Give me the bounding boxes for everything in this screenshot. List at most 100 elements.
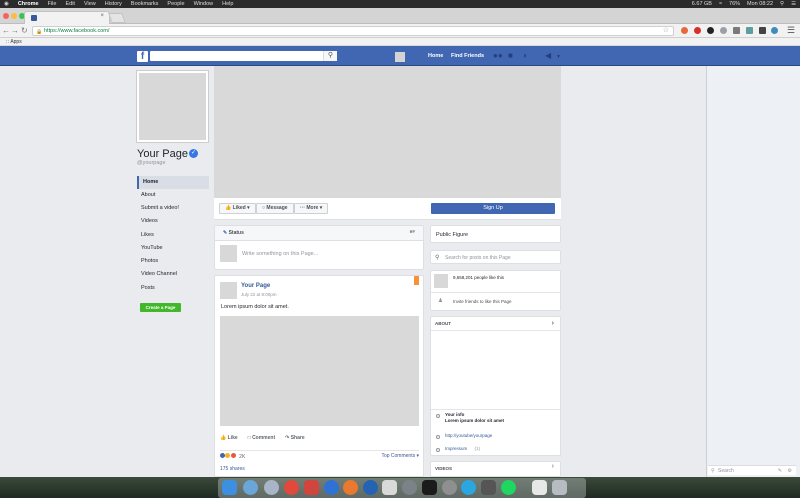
extension-square-icon[interactable] (759, 27, 766, 34)
menu-bookmarks[interactable]: Bookmarks (131, 1, 159, 7)
create-page-button[interactable]: Create a Page (140, 303, 181, 312)
photos-app-icon[interactable] (304, 480, 319, 495)
about-impressum-link[interactable]: Impressum (1) (445, 446, 480, 451)
menu-edit[interactable]: Edit (65, 1, 74, 7)
notifications-icon[interactable]: ◑ (522, 51, 527, 60)
search-icon[interactable]: ⚲ (780, 1, 784, 7)
firefox-icon[interactable] (343, 480, 358, 495)
gear-icon[interactable]: ⚙ (788, 466, 792, 476)
page-profile-picture[interactable] (137, 71, 208, 142)
extension-shield-icon[interactable] (733, 27, 740, 34)
page-nav-likes[interactable]: Likes (137, 229, 209, 242)
extension-gray-icon[interactable] (720, 27, 727, 34)
about-website-link[interactable]: http://youtube/yourpage (445, 433, 492, 438)
sign-up-button[interactable]: Sign Up (431, 203, 555, 214)
notes-icon[interactable] (382, 480, 397, 495)
about-header[interactable]: ABOUT › (431, 317, 560, 331)
invite-friends-link[interactable]: Invite friends to like this Page (453, 299, 512, 304)
menu-file[interactable]: File (48, 1, 57, 7)
menu-help[interactable]: Help (222, 1, 233, 7)
cover-photo[interactable] (214, 66, 561, 198)
app-gray-icon[interactable] (442, 480, 457, 495)
about-map[interactable] (431, 331, 560, 410)
document-icon[interactable] (532, 480, 547, 495)
page-category[interactable]: Public Figure (430, 225, 561, 243)
extension-globe-icon[interactable] (771, 27, 778, 34)
page-nav-videos[interactable]: Videos (137, 215, 209, 228)
composer-input[interactable]: Write something on this Page... (242, 251, 318, 257)
app-blue-icon[interactable] (363, 480, 378, 495)
quick-help-icon[interactable]: ◀ (545, 51, 551, 60)
reload-icon[interactable]: ↻ (21, 26, 28, 35)
extension-red-icon[interactable] (694, 27, 701, 34)
comment-button[interactable]: □ Comment (248, 435, 275, 441)
url-text[interactable]: https://www.facebook.com/ (44, 28, 109, 34)
page-post-search-input[interactable]: ⚲ Search for posts on this Page (430, 250, 561, 264)
user-avatar[interactable] (395, 52, 405, 62)
messages-icon[interactable]: ■ (508, 51, 513, 60)
post-image[interactable] (220, 316, 419, 426)
menu-history[interactable]: History (105, 1, 122, 7)
wifi-icon[interactable]: ≈ (719, 1, 722, 7)
finder-icon[interactable] (222, 480, 237, 495)
post-date[interactable]: July 22 at 8:00pm · (241, 292, 279, 297)
minimize-window-icon[interactable] (11, 13, 17, 19)
reaction-count[interactable]: 2K (239, 454, 245, 460)
skype-icon[interactable] (461, 480, 476, 495)
page-nav-home[interactable]: Home (137, 176, 209, 189)
chevron-right-icon[interactable]: › (552, 317, 554, 331)
browser-tab[interactable]: × (24, 11, 110, 24)
post-author[interactable]: Your Page (241, 283, 270, 289)
share-count[interactable]: 175 shares (220, 466, 245, 472)
extension-opera-icon[interactable] (681, 27, 688, 34)
compose-icon[interactable]: ✎ (778, 466, 782, 476)
page-nav-posts[interactable]: Posts (137, 282, 209, 295)
apps-bookmark[interactable]: Apps (10, 39, 21, 45)
extension-dark-icon[interactable] (707, 27, 714, 34)
spotify-icon[interactable] (501, 480, 516, 495)
likes-count[interactable]: 9,658,201 people like this (453, 275, 504, 280)
siri-icon[interactable] (243, 480, 258, 495)
nav-home[interactable]: Home (428, 53, 443, 59)
page-nav-submit-video[interactable]: Submit a video! (137, 202, 209, 215)
status-tab[interactable]: Status (229, 230, 244, 236)
apps-icon[interactable]: ∷ (6, 39, 9, 45)
app-photo-icon[interactable] (481, 480, 496, 495)
chat-search-input[interactable]: ⚲ Search ✎ ⚙ (708, 465, 796, 475)
menu-window[interactable]: Window (194, 1, 214, 7)
trash-icon[interactable] (552, 480, 567, 495)
videos-box[interactable]: VIDEOS › (430, 461, 561, 477)
liked-button[interactable]: 👍 Liked ▾ (219, 203, 256, 214)
bookmark-star-icon[interactable]: ☆ (663, 27, 669, 35)
extension-blue-icon[interactable] (746, 27, 753, 34)
post-author-avatar[interactable] (220, 282, 237, 299)
top-comments-dropdown[interactable]: Top Comments ▾ (381, 453, 419, 459)
address-bar[interactable]: 🔒 https://www.facebook.com/ ☆ (32, 26, 674, 36)
page-nav-about[interactable]: About (137, 189, 209, 202)
friend-requests-icon[interactable]: ●● (493, 51, 503, 60)
bookmark-flag-icon[interactable] (414, 276, 419, 285)
page-handle[interactable]: @yourpage (137, 160, 166, 166)
account-menu-icon[interactable]: ▼ (556, 54, 561, 60)
composer-options-icon[interactable]: ■▾ (409, 229, 415, 235)
apple-icon[interactable]: ◉ (4, 1, 9, 7)
share-button[interactable]: ↷ Share (285, 435, 305, 441)
terminal-icon[interactable] (422, 480, 437, 495)
clock[interactable]: Mon 08:22 (747, 1, 773, 7)
more-button[interactable]: ··· More ▾ (294, 203, 329, 214)
battery-status[interactable]: 76% (729, 1, 740, 7)
menu-app-name[interactable]: Chrome (18, 1, 39, 7)
chevron-right-icon[interactable]: › (552, 463, 554, 470)
system-preferences-icon[interactable] (402, 480, 417, 495)
close-window-icon[interactable] (3, 13, 9, 19)
message-button[interactable]: ○ Message (256, 203, 294, 214)
like-button[interactable]: 👍 Like (220, 435, 238, 441)
forward-icon[interactable]: → (11, 26, 19, 35)
facebook-logo-icon[interactable]: f (137, 51, 148, 62)
facebook-search-input[interactable]: ⚲ (150, 51, 337, 61)
chrome-menu-icon[interactable]: ☰ (787, 25, 795, 36)
page-nav-photos[interactable]: Photos (137, 255, 209, 268)
chrome-icon[interactable] (284, 480, 299, 495)
nav-find-friends[interactable]: Find Friends (451, 53, 484, 59)
safari-icon[interactable] (324, 480, 339, 495)
